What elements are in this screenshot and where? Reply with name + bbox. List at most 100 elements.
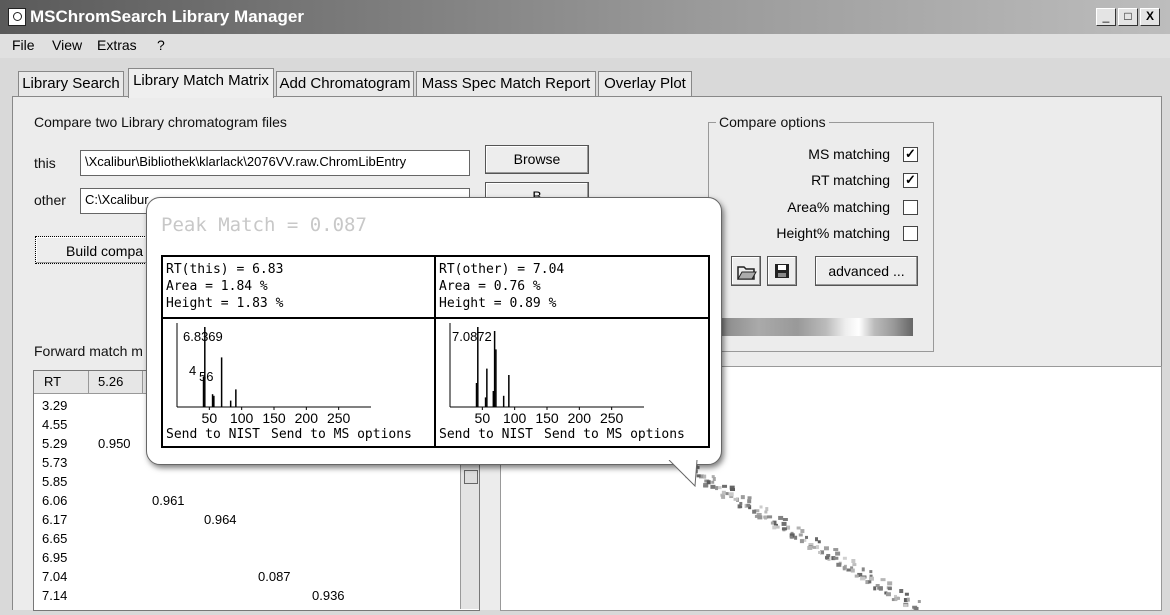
other-send-to-nist-link[interactable]: Send to NIST [439, 427, 533, 442]
popup-pointer [667, 460, 707, 490]
tick-label: 150 [535, 410, 559, 426]
row-rt: 6.95 [42, 550, 67, 565]
scatter-point [905, 593, 909, 596]
scatter-point [843, 557, 847, 560]
tab-library-match-matrix[interactable]: Library Match Matrix [128, 68, 274, 98]
row-rt: 4.55 [42, 417, 67, 432]
other-label: other [34, 192, 66, 208]
ms-matching-checkbox[interactable]: ✓ [903, 147, 918, 162]
menu-help[interactable]: ? [157, 37, 165, 53]
scatter-point [741, 495, 745, 499]
match-value-cell[interactable]: 0.936 [312, 588, 345, 603]
scatter-point [782, 527, 787, 530]
scatter-point [861, 576, 866, 579]
scatter-point [851, 569, 855, 573]
tick-label: 100 [503, 410, 527, 426]
other-send-to-ms-options-link[interactable]: Send to MS options [544, 427, 685, 442]
match-value-cell[interactable]: 0.964 [204, 512, 237, 527]
this-peak-label-2: 4 [189, 363, 196, 378]
scatter-point [764, 510, 767, 513]
scatter-point [757, 515, 762, 519]
match-value-cell[interactable]: 0.950 [98, 436, 131, 451]
window-title: MSChromSearch Library Manager [30, 7, 304, 27]
scatter-point [765, 507, 768, 511]
row-rt: 3.29 [42, 398, 67, 413]
menu-bar: File View Extras ? [0, 34, 1170, 58]
scatter-point [711, 481, 714, 484]
browse-this-button[interactable]: Browse [485, 145, 589, 174]
scatter-point [869, 570, 872, 573]
other-column: RT(other) = 7.04 Area = 0.76 % Height = … [436, 257, 707, 446]
menu-file[interactable]: File [12, 37, 35, 53]
peak-match-popup: Peak Match = 0.087 RT(this) = 6.83 Area … [146, 197, 722, 465]
scatter-point [843, 566, 846, 570]
folder-open-icon [732, 257, 760, 285]
match-value-cell[interactable]: 0.961 [152, 493, 185, 508]
popup-title: Peak Match = 0.087 [161, 214, 367, 236]
scatter-point [715, 486, 718, 490]
scatter-point [852, 563, 856, 566]
scatter-point [721, 495, 725, 499]
scatter-point [713, 477, 716, 481]
other-peak-label: 7.0872 [452, 329, 492, 344]
scatter-point [734, 498, 739, 501]
scatter-point [855, 575, 859, 578]
row-rt: 5.29 [42, 436, 67, 451]
this-label: this [34, 155, 56, 171]
menu-extras[interactable]: Extras [97, 37, 137, 53]
forward-match-label: Forward match m [34, 343, 143, 359]
height-matching-checkbox[interactable] [903, 226, 918, 241]
row-rt: 6.17 [42, 512, 67, 527]
scatter-point [790, 536, 793, 539]
row-rt: 5.73 [42, 455, 67, 470]
close-button[interactable]: X [1140, 8, 1160, 26]
open-button[interactable] [731, 256, 761, 286]
floppy-save-icon [768, 257, 796, 285]
this-peak-label-3: 56 [199, 369, 213, 384]
scatter-point [886, 592, 891, 596]
menu-view[interactable]: View [52, 37, 82, 53]
this-file-input[interactable]: \Xcalibur\Bibliothek\klarlack\2076VV.raw… [80, 150, 470, 176]
scatter-point [748, 496, 752, 499]
color-scale-bar [720, 318, 913, 336]
title-bar: MSChromSearch Library Manager _ □ X [0, 0, 1170, 34]
scatter-point [718, 486, 722, 489]
tab-overlay-plot[interactable]: Overlay Plot [598, 71, 692, 96]
scatter-point [747, 499, 751, 503]
scatter-point [767, 515, 772, 518]
scatter-point [799, 533, 803, 536]
rt-matching-checkbox[interactable]: ✓ [903, 173, 918, 188]
tab-library-search[interactable]: Library Search [18, 71, 124, 96]
maximize-button[interactable]: □ [1118, 8, 1138, 26]
scatter-point [907, 598, 910, 602]
scatter-point [914, 607, 919, 610]
area-matching-checkbox[interactable] [903, 200, 918, 215]
match-value-cell[interactable]: 0.087 [258, 569, 291, 584]
scatter-point [776, 526, 780, 529]
this-send-to-ms-options-link[interactable]: Send to MS options [271, 427, 412, 442]
tick-label: 200 [568, 410, 592, 426]
scatter-point [722, 485, 727, 488]
scatter-point [818, 551, 821, 554]
tab-mass-spec-match-report[interactable]: Mass Spec Match Report [416, 71, 596, 96]
save-button[interactable] [767, 256, 797, 286]
scatter-point [794, 536, 797, 540]
tab-add-chromatogram[interactable]: Add Chromatogram [276, 71, 414, 96]
scatter-point [918, 600, 921, 603]
tick-label: 50 [475, 410, 491, 426]
scatter-point [800, 539, 804, 543]
scatter-point [899, 589, 903, 593]
scatter-point [868, 580, 871, 583]
scatter-point [887, 581, 892, 585]
row-rt: 6.06 [42, 493, 67, 508]
advanced-button[interactable]: advanced ... [815, 256, 918, 286]
height-matching-label: Height% matching [720, 225, 890, 241]
minimize-button[interactable]: _ [1096, 8, 1116, 26]
scatter-point [807, 546, 812, 550]
scatter-point [771, 522, 774, 525]
row-rt: 7.04 [42, 569, 67, 584]
scatter-point [800, 529, 804, 533]
tick-label: 250 [600, 410, 624, 426]
this-send-to-nist-link[interactable]: Send to NIST [166, 427, 260, 442]
tick-label: 150 [262, 410, 286, 426]
